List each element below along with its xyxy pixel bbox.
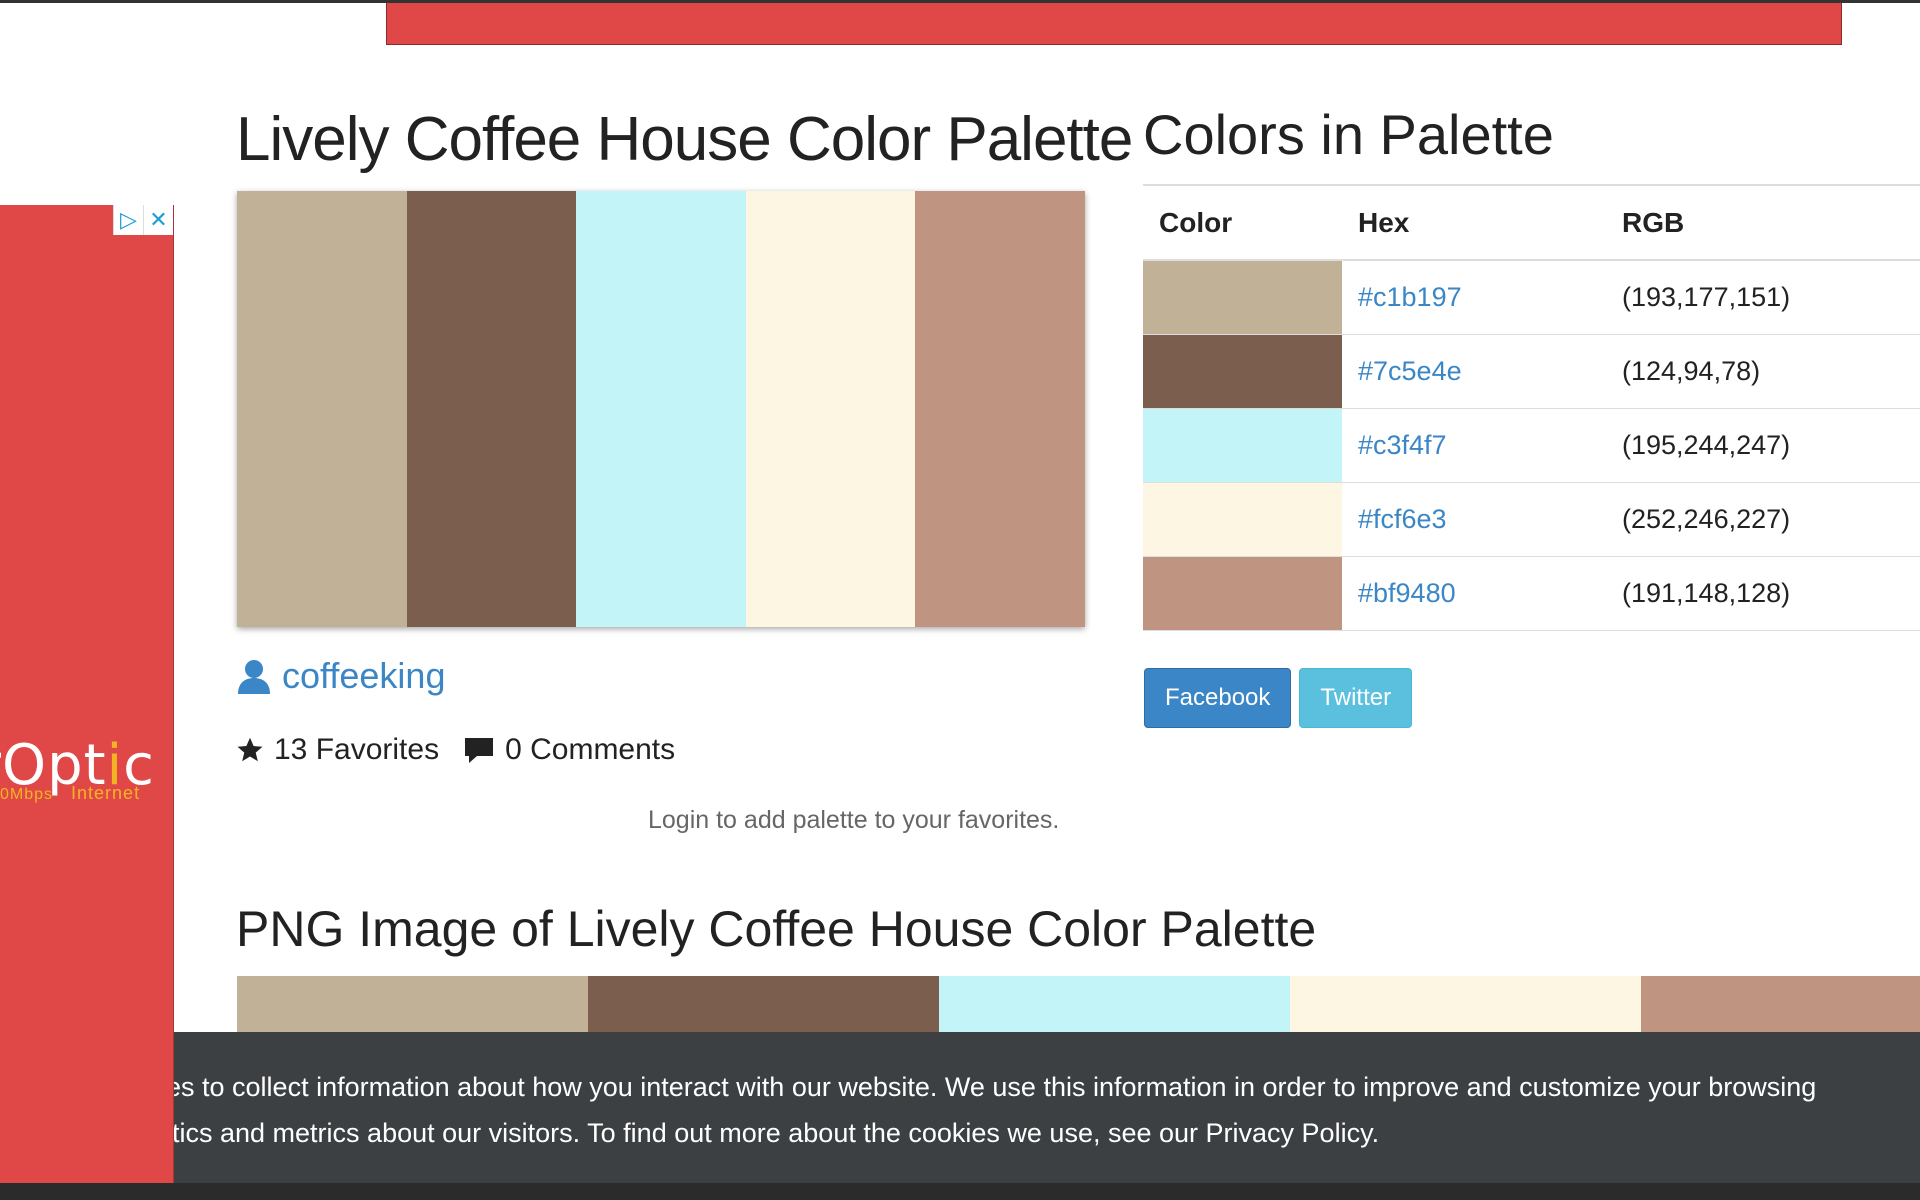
color-swatch-cell bbox=[1143, 260, 1342, 335]
favorites-stat: 13 Favorites bbox=[236, 733, 439, 767]
close-icon[interactable]: ✕ bbox=[143, 205, 173, 235]
png-color-block bbox=[237, 976, 588, 1036]
cookie-text-line-1: es to collect information about how you … bbox=[174, 1072, 1817, 1102]
hex-link[interactable]: #c1b197 bbox=[1342, 260, 1606, 335]
table-row: #7c5e4e (124,94,78) bbox=[1143, 334, 1920, 409]
share-buttons: Facebook Twitter bbox=[1144, 668, 1420, 728]
table-row: #bf9480 (191,148,128) bbox=[1143, 556, 1920, 631]
side-banner-ad[interactable]: ▷ ✕ rOptic 0MbpsInternet bbox=[0, 205, 174, 1185]
cookie-text-line-2: tics and metrics about our visitors. To … bbox=[174, 1118, 1380, 1148]
table-row: #c1b197 (193,177,151) bbox=[1143, 260, 1920, 335]
palette-color-block bbox=[576, 191, 746, 627]
column-header-hex: Hex bbox=[1342, 184, 1606, 261]
png-palette-image bbox=[237, 976, 1920, 1036]
palette-color-block bbox=[745, 191, 916, 627]
color-swatch bbox=[1143, 409, 1342, 482]
rgb-value: (124,94,78) bbox=[1606, 334, 1920, 409]
colors-heading: Colors in Palette bbox=[1143, 103, 1554, 166]
comments-stat: 0 Comments bbox=[463, 733, 675, 767]
color-swatch-cell bbox=[1143, 334, 1342, 409]
top-banner-ad[interactable] bbox=[386, 3, 1842, 45]
ad-controls: ▷ ✕ bbox=[113, 205, 173, 235]
table-row: #fcf6e3 (252,246,227) bbox=[1143, 482, 1920, 557]
png-color-block bbox=[1290, 976, 1641, 1036]
cookie-banner: es to collect information about how you … bbox=[174, 1032, 1920, 1183]
palette-color-block bbox=[915, 191, 1085, 627]
browser-bottom-edge bbox=[0, 1183, 1920, 1200]
star-icon bbox=[237, 737, 263, 762]
author-name[interactable]: coffeeking bbox=[282, 655, 445, 697]
color-swatch bbox=[1143, 335, 1342, 408]
column-header-rgb: RGB bbox=[1606, 184, 1920, 261]
adchoices-icon[interactable]: ▷ bbox=[113, 205, 143, 235]
colors-table: Color Hex RGB #c1b197 (193,177,151) #7c5… bbox=[1143, 184, 1920, 631]
author-link[interactable]: coffeeking bbox=[236, 655, 445, 697]
color-swatch-cell bbox=[1143, 408, 1342, 483]
palette-preview bbox=[237, 191, 1085, 627]
page-title: Lively Coffee House Color Palette bbox=[236, 105, 1133, 174]
hex-link[interactable]: #c3f4f7 bbox=[1342, 408, 1606, 483]
ad-tagline: 0Mbps Internet bbox=[0, 783, 141, 803]
hex-link[interactable]: #bf9480 bbox=[1342, 556, 1606, 631]
png-color-block bbox=[939, 976, 1290, 1036]
table-header-row: Color Hex RGB bbox=[1143, 184, 1920, 261]
color-swatch bbox=[1143, 557, 1342, 630]
png-heading: PNG Image of Lively Coffee House Color P… bbox=[236, 901, 1317, 957]
twitter-share-button[interactable]: Twitter bbox=[1299, 668, 1413, 728]
png-color-block bbox=[1641, 976, 1920, 1036]
hex-link[interactable]: #fcf6e3 bbox=[1342, 482, 1606, 557]
table-row: #c3f4f7 (195,244,247) bbox=[1143, 408, 1920, 483]
comment-icon bbox=[465, 738, 494, 763]
color-swatch bbox=[1143, 483, 1342, 556]
rgb-value: (191,148,128) bbox=[1606, 556, 1920, 631]
login-note: Login to add palette to your favorites. bbox=[648, 806, 1060, 834]
palette-stats: 13 Favorites 0 Comments bbox=[236, 733, 699, 767]
facebook-share-button[interactable]: Facebook bbox=[1144, 668, 1292, 728]
png-color-block bbox=[588, 976, 939, 1036]
color-swatch-cell bbox=[1143, 556, 1342, 631]
column-header-color: Color bbox=[1143, 184, 1342, 261]
user-icon bbox=[238, 660, 270, 694]
rgb-value: (193,177,151) bbox=[1606, 260, 1920, 335]
color-swatch-cell bbox=[1143, 482, 1342, 557]
color-swatch bbox=[1143, 261, 1342, 334]
privacy-policy-link[interactable]: Privacy Policy bbox=[1206, 1118, 1372, 1148]
rgb-value: (252,246,227) bbox=[1606, 482, 1920, 557]
palette-color-block bbox=[406, 191, 577, 627]
hex-link[interactable]: #7c5e4e bbox=[1342, 334, 1606, 409]
rgb-value: (195,244,247) bbox=[1606, 408, 1920, 483]
palette-color-block bbox=[237, 191, 407, 627]
